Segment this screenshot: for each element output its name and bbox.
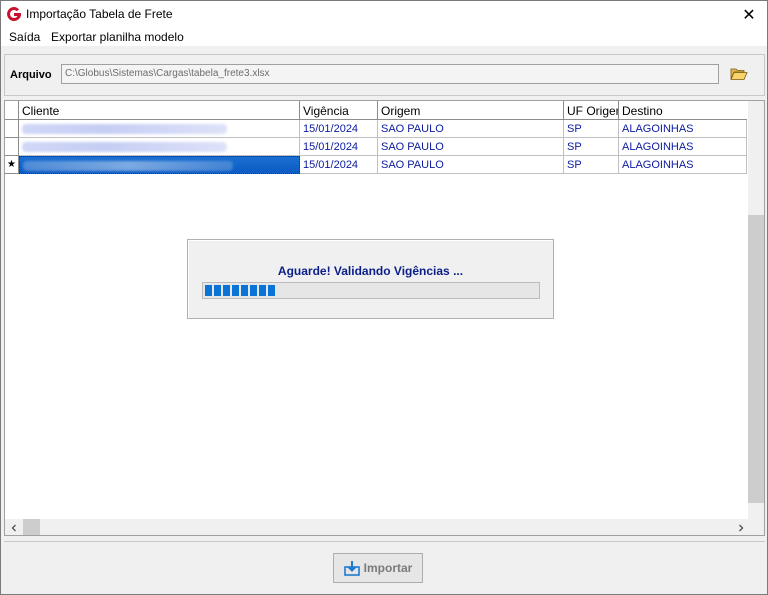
cell-vigencia[interactable]: 15/01/2024 [300,138,378,156]
footer-bar: Importar [4,541,765,592]
title-bar: Importação Tabela de Frete ✕ [1,1,767,28]
header-vigencia[interactable]: Vigência [300,101,378,120]
download-icon [343,561,360,576]
progress-fill [205,285,537,296]
progress-segment [250,285,257,296]
horizontal-scroll-thumb[interactable] [23,519,40,535]
import-button[interactable]: Importar [333,553,423,583]
progress-message: Aguarde! Validando Vigências ... [277,264,464,278]
close-button[interactable]: ✕ [731,1,767,28]
header-origem[interactable]: Origem [378,101,564,120]
row-indicator [5,120,19,138]
progress-segment [205,285,212,296]
progress-bar [202,282,540,299]
cell-cliente[interactable] [19,120,300,138]
row-indicator [5,138,19,156]
file-label: Arquivo [10,69,52,81]
scroll-right-arrow-icon[interactable] [732,519,749,535]
progress-segment [223,285,230,296]
window-title: Importação Tabela de Frete [26,7,173,21]
cell-destino[interactable]: ALAGOINHAS [619,138,747,156]
progress-segment [268,285,275,296]
cell-destino[interactable]: ALAGOINHAS [619,120,747,138]
cell-destino[interactable]: ALAGOINHAS [619,156,747,174]
cell-cliente-selected[interactable] [19,156,300,174]
file-panel: Arquivo C:\Globus\Sistemas\Cargas\tabela… [4,54,765,96]
table-row[interactable]: 15/01/2024 SAO PAULO SP ALAGOINHAS [5,138,747,156]
folder-open-icon[interactable] [730,66,748,82]
redacted-client-name [22,124,227,134]
table-row[interactable]: 15/01/2024 SAO PAULO SP ALAGOINHAS [5,120,747,138]
progress-segment [241,285,248,296]
menu-bar: Saída Exportar planilha modelo [1,28,767,46]
header-indicator [5,101,19,120]
header-destino[interactable]: Destino [619,101,747,120]
row-indicator-new: ★ [5,156,19,174]
progress-dialog: Aguarde! Validando Vigências ... [187,239,554,319]
cell-vigencia[interactable]: 15/01/2024 [300,120,378,138]
horizontal-scrollbar[interactable] [5,519,749,535]
import-button-label: Importar [363,561,413,575]
scrollbar-corner [749,519,764,535]
progress-segment [259,285,266,296]
import-window: Importação Tabela de Frete ✕ Saída Expor… [0,0,768,595]
cell-uf-origem[interactable]: SP [564,138,619,156]
cell-cliente[interactable] [19,138,300,156]
redacted-client-name [23,161,233,171]
grid-header: Cliente Vigência Origem UF Origem Destin… [5,101,747,120]
menu-item-saida[interactable]: Saída [9,30,40,44]
cell-origem[interactable]: SAO PAULO [378,120,564,138]
progress-segment [214,285,221,296]
cell-vigencia[interactable]: 15/01/2024 [300,156,378,174]
redacted-client-name [22,142,227,152]
globus-logo-icon [7,7,22,21]
scroll-left-arrow-icon[interactable] [5,519,22,535]
cell-uf-origem[interactable]: SP [564,120,619,138]
cell-origem[interactable]: SAO PAULO [378,138,564,156]
vertical-scrollbar[interactable] [748,101,764,519]
progress-segment [232,285,239,296]
header-cliente[interactable]: Cliente [19,101,300,120]
file-path-field[interactable]: C:\Globus\Sistemas\Cargas\tabela_frete3.… [61,64,719,84]
cell-uf-origem[interactable]: SP [564,156,619,174]
vertical-scroll-thumb[interactable] [748,215,764,503]
table-row-selected[interactable]: ★ 15/01/2024 SAO PAULO SP ALAGOINHAS [5,156,747,174]
menu-item-export-template[interactable]: Exportar planilha modelo [51,30,184,44]
cell-origem[interactable]: SAO PAULO [378,156,564,174]
header-uf-origem[interactable]: UF Origem [564,101,619,120]
